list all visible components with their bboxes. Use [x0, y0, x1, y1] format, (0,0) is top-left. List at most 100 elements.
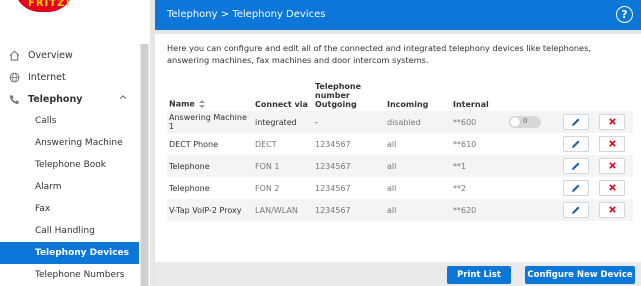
cell-toggle — [507, 133, 561, 155]
cell-incoming: all — [385, 177, 451, 199]
delete-button[interactable] — [599, 136, 625, 152]
globe-icon — [8, 71, 20, 83]
cell-outgoing: 1234567 — [313, 155, 385, 177]
sidebar-item-fax[interactable]: Fax — [0, 198, 139, 220]
cell-name: Telephone — [167, 177, 253, 199]
column-header-internal: Internal — [453, 100, 489, 109]
edit-button[interactable] — [563, 114, 589, 130]
sidebar-item-label: Answering Machine — [35, 138, 123, 148]
cell-name: Answering Machine 1 — [167, 111, 253, 133]
sidebar-item-calls[interactable]: Calls — [0, 110, 139, 132]
cell-incoming: all — [385, 199, 451, 221]
edit-button[interactable] — [563, 180, 589, 196]
table-row: Telephone FON 1 1234567 all **1 — [167, 155, 633, 177]
footer-bar: Print List Configure New Device — [155, 262, 641, 286]
cell-delete — [597, 177, 633, 199]
cell-outgoing: 1234567 — [313, 133, 385, 155]
edit-button[interactable] — [563, 158, 589, 174]
help-button[interactable]: ? — [616, 6, 633, 23]
cell-incoming: all — [385, 155, 451, 177]
cell-internal: **620 — [451, 199, 507, 221]
sidebar-item-internet[interactable]: Internet — [0, 66, 139, 88]
close-icon — [608, 184, 616, 191]
close-icon — [608, 206, 616, 213]
sidebar-item-label: Overview — [28, 49, 73, 61]
toggle-knob — [510, 117, 520, 127]
sidebar-item-answering-machine[interactable]: Answering Machine — [0, 132, 139, 154]
column-header-group-label: Telephone number — [315, 82, 362, 100]
intro-text: Here you can configure and edit all of t… — [167, 43, 591, 65]
delete-button[interactable] — [599, 180, 625, 196]
cell-delete — [597, 133, 633, 155]
sidebar-item-label: Telephone Book — [35, 160, 106, 170]
edit-button[interactable] — [563, 202, 589, 218]
configure-new-device-button[interactable]: Configure New Device — [525, 266, 635, 284]
breadcrumb-separator: > — [220, 9, 230, 20]
cell-incoming: all — [385, 133, 451, 155]
sidebar-item-label: Fax — [35, 204, 51, 214]
delete-button[interactable] — [599, 158, 625, 174]
breadcrumb: Telephony > Telephony Devices — [167, 9, 325, 20]
sidebar-item-overview[interactable]: Overview — [0, 44, 139, 66]
sidebar-item-label: Telephony — [28, 93, 83, 105]
cell-toggle — [507, 199, 561, 221]
cell-connect-via: integrated — [253, 111, 313, 133]
cell-connect-via: FON 1 — [253, 155, 313, 177]
column-header-name[interactable]: Name — [167, 82, 253, 111]
cell-edit — [561, 111, 597, 133]
column-header-label: Name — [169, 99, 195, 109]
cell-connect-via: FON 2 — [253, 177, 313, 199]
header-bar: Telephony > Telephony Devices ? — [155, 0, 641, 30]
pencil-icon — [572, 118, 580, 126]
close-icon — [608, 118, 616, 125]
cell-edit — [561, 177, 597, 199]
print-list-button[interactable]: Print List — [447, 266, 511, 284]
scrollbar-thumb[interactable] — [141, 44, 148, 286]
sidebar-item-telephone-book[interactable]: Telephone Book — [0, 154, 139, 176]
sidebar-item-label: Call Handling — [35, 226, 95, 236]
column-header-connect-via: Connect via — [255, 100, 308, 109]
cell-toggle: 0 — [507, 111, 561, 133]
delete-button[interactable] — [599, 202, 625, 218]
devices-table: Name Connect via Telephone number Outgoi… — [167, 82, 633, 221]
sidebar-scrollbar[interactable] — [140, 44, 149, 286]
sidebar-item-telephony-devices[interactable]: Telephony Devices — [0, 242, 139, 264]
logo[interactable]: FRITZ! — [0, 0, 150, 30]
edit-button[interactable] — [563, 136, 589, 152]
cell-delete — [597, 155, 633, 177]
pencil-icon — [572, 140, 580, 148]
breadcrumb-current: Telephony Devices — [232, 9, 326, 20]
toggle-value: 0 — [523, 117, 528, 125]
home-icon — [8, 49, 20, 61]
column-header-outgoing: Telephone number Outgoing — [313, 82, 385, 111]
chevron-up-icon[interactable] — [119, 93, 127, 101]
pencil-icon — [572, 206, 580, 214]
cell-internal: **1 — [451, 155, 507, 177]
phone-icon — [8, 93, 20, 105]
sidebar-item-call-handling[interactable]: Call Handling — [0, 220, 139, 242]
cell-connect-via: DECT — [253, 133, 313, 155]
cell-name: Telephone — [167, 155, 253, 177]
sidebar-item-telephone-numbers[interactable]: Telephone Numbers — [0, 264, 139, 286]
sidebar-item-label: Calls — [35, 116, 57, 126]
table-row: DECT Phone DECT 1234567 all **610 — [167, 133, 633, 155]
column-header-delete — [597, 82, 633, 111]
cell-toggle — [507, 155, 561, 177]
breadcrumb-parent[interactable]: Telephony — [167, 9, 218, 20]
logo-text: FRITZ! — [28, 0, 71, 9]
column-header-label: Outgoing — [315, 100, 357, 109]
sidebar: FRITZ! Overview Internet Telephony Calls… — [0, 0, 150, 286]
sidebar-item-label: Alarm — [35, 182, 62, 192]
cell-outgoing: 1234567 — [313, 177, 385, 199]
sidebar-item-telephony[interactable]: Telephony — [0, 88, 139, 110]
cell-internal: **600 — [451, 111, 507, 133]
main-panel: Here you can configure and edit all of t… — [155, 34, 641, 262]
delete-button[interactable] — [599, 114, 625, 130]
active-toggle[interactable]: 0 — [509, 116, 541, 128]
sidebar-item-alarm[interactable]: Alarm — [0, 176, 139, 198]
sidebar-nav: Overview Internet Telephony Calls Answer… — [0, 44, 150, 286]
cell-incoming: disabled — [385, 111, 451, 133]
sort-icon[interactable] — [198, 99, 206, 109]
column-header-incoming: Incoming — [387, 100, 429, 109]
pencil-icon — [572, 162, 580, 170]
